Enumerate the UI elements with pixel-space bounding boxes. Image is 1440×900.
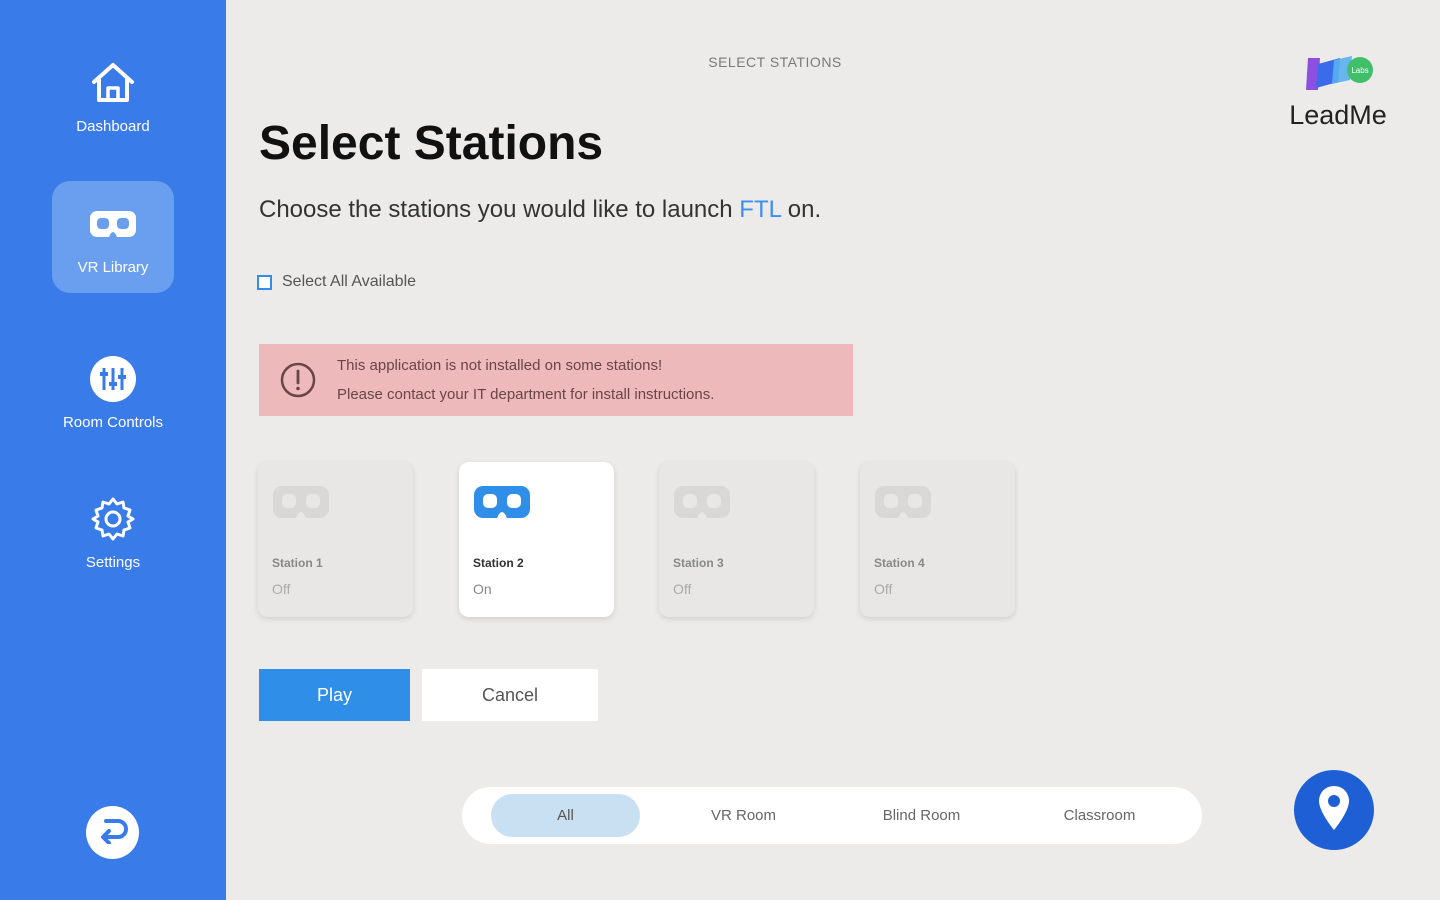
leadme-logo-icon: Labs — [1306, 56, 1373, 90]
station-name: Station 1 — [272, 556, 323, 570]
page-subtitle: Choose the stations you would like to la… — [259, 196, 821, 224]
subtitle-app-name: FTL — [739, 196, 782, 223]
sidebar-item-settings[interactable]: Settings — [52, 476, 174, 588]
back-button[interactable] — [86, 806, 139, 859]
not-installed-alert: This application is not installed on som… — [259, 344, 853, 416]
sidebar-item-label: Dashboard — [76, 117, 150, 135]
vr-headset-icon — [474, 486, 530, 518]
app-window: Dashboard VR Library Room Controls Setti… — [0, 0, 1440, 900]
station-card-3[interactable]: Station 3 Off — [659, 462, 814, 617]
home-icon — [88, 58, 138, 108]
location-button[interactable] — [1294, 770, 1374, 850]
select-all-checkbox[interactable]: Select All Available — [257, 273, 416, 291]
station-card-1[interactable]: Station 1 Off — [258, 462, 413, 617]
station-name: Station 3 — [673, 556, 724, 570]
alert-line-2: Please contact your IT department for in… — [337, 386, 715, 403]
sidebar: Dashboard VR Library Room Controls Setti… — [0, 0, 226, 900]
sidebar-item-vr-library[interactable]: VR Library — [52, 181, 174, 293]
sidebar-item-dashboard[interactable]: Dashboard — [52, 40, 174, 152]
logo-badge-text: Labs — [1351, 66, 1368, 75]
cancel-button[interactable]: Cancel — [422, 669, 598, 721]
play-button[interactable]: Play — [259, 669, 410, 721]
station-state: On — [473, 581, 492, 597]
checkbox-box[interactable] — [257, 274, 272, 290]
subtitle-text: Choose the stations you would like to la… — [259, 196, 740, 223]
sidebar-item-label: Room Controls — [62, 413, 164, 431]
subtitle-text-end: on. — [781, 196, 822, 223]
sidebar-item-label: Settings — [85, 553, 141, 571]
leadme-logo: Labs LeadMe — [1278, 52, 1398, 134]
sidebar-item-label: VR Library — [77, 258, 149, 276]
gear-icon — [88, 494, 138, 544]
alert-text: This application is not installed on som… — [337, 351, 714, 409]
vr-headset-icon — [88, 199, 138, 249]
page-caption: SELECT STATIONS — [708, 54, 842, 70]
select-all-label: Select All Available — [282, 273, 417, 290]
vr-headset-icon — [875, 486, 931, 518]
vr-headset-icon — [674, 486, 730, 518]
back-arrow-icon — [96, 816, 130, 849]
sliders-icon — [88, 354, 138, 404]
room-tab-classroom[interactable]: Classroom — [1025, 794, 1174, 837]
station-state: Off — [673, 581, 692, 597]
alert-line-1: This application is not installed on som… — [337, 357, 663, 374]
station-card-4[interactable]: Station 4 Off — [860, 462, 1015, 617]
room-filter-bar: All VR Room Blind Room Classroom — [462, 787, 1202, 844]
vr-headset-icon — [273, 486, 329, 518]
room-tab-blind-room[interactable]: Blind Room — [847, 794, 996, 837]
station-state: Off — [272, 581, 291, 597]
station-card-2[interactable]: Station 2 On — [459, 462, 614, 617]
room-tab-all[interactable]: All — [491, 794, 640, 837]
room-tab-vr-room[interactable]: VR Room — [669, 794, 818, 837]
warning-icon — [279, 361, 317, 399]
location-pin-icon — [1317, 784, 1351, 837]
station-name: Station 4 — [874, 556, 925, 570]
sidebar-item-room-controls[interactable]: Room Controls — [43, 336, 183, 448]
page-title: Select Stations — [259, 117, 604, 170]
logo-text: LeadMe — [1289, 100, 1387, 130]
station-state: Off — [874, 581, 893, 597]
station-name: Station 2 — [473, 556, 524, 570]
